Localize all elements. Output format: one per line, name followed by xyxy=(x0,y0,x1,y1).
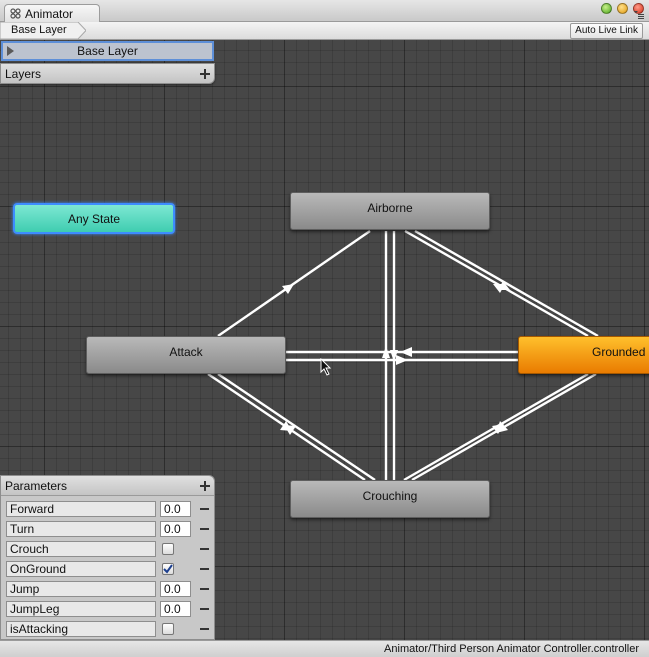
parameter-row-onground: OnGround xyxy=(1,559,214,579)
remove-minus-icon[interactable] xyxy=(200,548,209,550)
status-bar: Animator/Third Person Animator Controlle… xyxy=(0,640,649,657)
arrowhead-icon xyxy=(396,355,408,365)
parameter-name-field[interactable]: isAttacking xyxy=(6,621,156,637)
add-layer-plus-icon[interactable] xyxy=(200,69,210,79)
remove-minus-icon[interactable] xyxy=(200,568,209,570)
state-crouching[interactable]: Crouching xyxy=(290,480,490,518)
transition-airborne-grounded[interactable] xyxy=(414,229,599,338)
layer-name: Base Layer xyxy=(77,44,138,58)
remove-minus-icon[interactable] xyxy=(200,508,209,510)
mouse-cursor-icon xyxy=(320,358,332,376)
parameters-title: Parameters xyxy=(5,479,68,493)
controller-path: Animator/Third Person Animator Controlle… xyxy=(384,643,639,655)
parameters-panel: Parameters Forward 0.0 Turn 0.0 Crouch O… xyxy=(0,475,215,640)
parameter-name-field[interactable]: Jump xyxy=(6,581,156,597)
arrowhead-icon xyxy=(400,347,412,357)
parameter-bool-checkbox-checked[interactable] xyxy=(162,563,174,575)
zoom-button[interactable] xyxy=(617,3,628,14)
remove-minus-icon[interactable] xyxy=(200,608,209,610)
parameter-float-field[interactable]: 0.0 xyxy=(160,521,191,537)
parameter-row-turn: Turn 0.0 xyxy=(1,519,214,539)
parameter-row-forward: Forward 0.0 xyxy=(1,499,214,519)
breadcrumb-label: Base Layer xyxy=(11,24,67,36)
parameter-row-isattacking: isAttacking xyxy=(1,619,214,639)
layer-row-base[interactable]: Base Layer xyxy=(1,41,214,61)
minimize-button[interactable] xyxy=(601,3,612,14)
parameter-row-crouch: Crouch xyxy=(1,539,214,559)
parameter-bool-checkbox[interactable] xyxy=(162,543,174,555)
state-machine-graph[interactable]: Any State Airborne Attack Crouching Grou… xyxy=(0,40,649,640)
parameter-bool-checkbox[interactable] xyxy=(162,623,174,635)
layers-header: Layers xyxy=(0,63,215,84)
animator-toolbar: Base Layer Auto Live Link xyxy=(0,22,649,40)
state-airborne[interactable]: Airborne xyxy=(290,192,490,230)
checkmark-icon xyxy=(163,564,173,574)
layers-panel: Base Layer Layers xyxy=(0,40,215,84)
parameter-row-jumpleg: JumpLeg 0.0 xyxy=(1,599,214,619)
transition-crouching-attack[interactable] xyxy=(217,373,376,481)
auto-live-link-button[interactable]: Auto Live Link xyxy=(570,23,643,39)
remove-minus-icon[interactable] xyxy=(200,588,209,590)
parameter-row-jump: Jump 0.0 xyxy=(1,579,214,599)
parameter-name-field[interactable]: Crouch xyxy=(6,541,156,557)
parameter-name-field[interactable]: Turn xyxy=(6,521,156,537)
tab-title: Animator xyxy=(25,7,74,21)
transition-grounded-airborne[interactable] xyxy=(404,229,589,338)
state-any-state[interactable]: Any State xyxy=(13,203,175,234)
add-parameter-plus-icon[interactable] xyxy=(200,481,210,491)
parameter-name-field[interactable]: JumpLeg xyxy=(6,601,156,617)
remove-minus-icon[interactable] xyxy=(200,628,209,630)
arrowhead-icon xyxy=(282,284,294,294)
panel-menu-icon[interactable] xyxy=(634,11,644,20)
remove-minus-icon[interactable] xyxy=(200,528,209,530)
parameter-float-field[interactable]: 0.0 xyxy=(160,501,191,517)
parameter-float-field[interactable]: 0.0 xyxy=(160,601,191,617)
parameter-name-field[interactable]: Forward xyxy=(6,501,156,517)
parameters-header: Parameters xyxy=(1,476,214,496)
window-titlebar: Animator xyxy=(0,0,649,22)
breadcrumb[interactable]: Base Layer xyxy=(0,22,86,40)
transition-attack-airborne[interactable] xyxy=(217,230,371,337)
parameter-float-field[interactable]: 0.0 xyxy=(160,581,191,597)
animator-tab[interactable]: Animator xyxy=(4,4,100,22)
animator-icon xyxy=(10,8,21,19)
parameter-name-field[interactable]: OnGround xyxy=(6,561,156,577)
state-grounded[interactable]: Grounded xyxy=(518,336,649,374)
layers-title: Layers xyxy=(5,67,42,81)
state-attack[interactable]: Attack xyxy=(86,336,286,374)
